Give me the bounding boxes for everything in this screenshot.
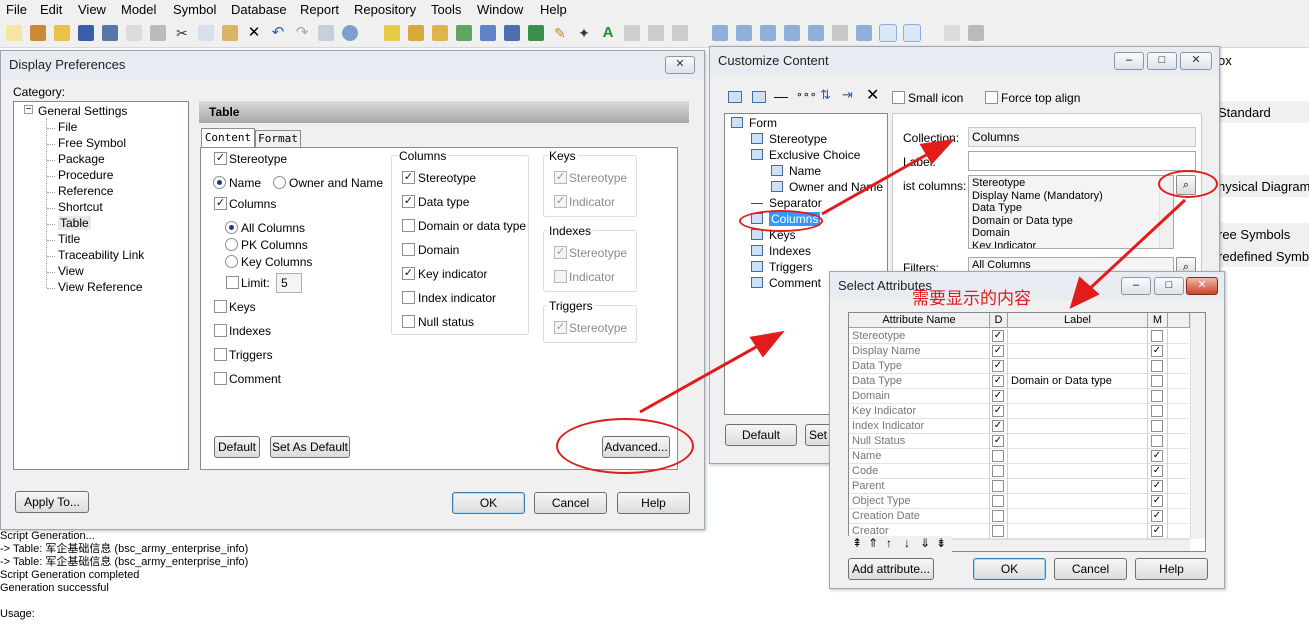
arrow-to-customize	[639, 340, 766, 414]
arrow-head	[1069, 276, 1100, 309]
arrow-head	[919, 138, 955, 165]
arrow-to-label	[821, 148, 936, 216]
arrow-to-select	[1083, 198, 1187, 295]
annotation-arrows	[639, 138, 1187, 414]
arrow-head	[749, 330, 785, 358]
